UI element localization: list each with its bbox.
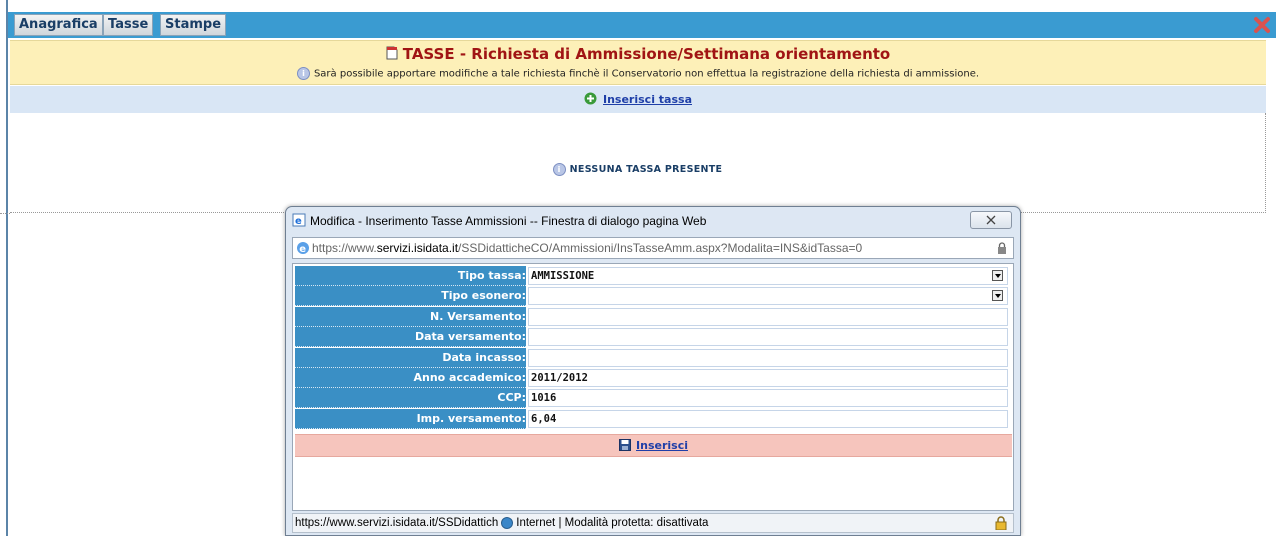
url-prefix: https://www.	[312, 241, 377, 255]
status-url: https://www.servizi.isidata.it/SSDidatti…	[295, 517, 499, 529]
form-row-n-versamento: N. Versamento:	[295, 306, 1010, 327]
form-row-data-incasso: Data incasso:	[295, 347, 1010, 368]
dialog-title: Modifica - Inserimento Tasse Ammissioni …	[310, 214, 707, 228]
ie-icon: e	[297, 242, 309, 255]
tipo-esonero-select[interactable]	[528, 287, 1008, 306]
label-tipo-tassa: Tipo tassa:	[295, 266, 526, 286]
info-icon: i	[552, 163, 566, 176]
status-bar: https://www.servizi.isidata.it/SSDidatti…	[292, 513, 1014, 533]
label-tipo-esonero: Tipo esonero:	[295, 286, 526, 307]
n-versamento-input[interactable]	[528, 307, 1008, 326]
dialog-close-button[interactable]	[970, 211, 1012, 229]
dialog-content: Tipo tassa: AMMISSIONE Tipo esonero: N. …	[292, 263, 1014, 511]
label-imp-versamento: Imp. versamento:	[295, 408, 526, 429]
info-icon: i	[296, 67, 310, 80]
globe-icon	[501, 516, 514, 529]
ccp-input[interactable]: 1016	[528, 389, 1008, 408]
left-border	[0, 0, 8, 536]
status-zone: Internet | Modalità protetta: disattivat…	[516, 517, 709, 529]
tax-list: i NESSUNA TASSA PRESENTE	[10, 113, 1266, 213]
form-row-tipo-esonero: Tipo esonero:	[295, 286, 1010, 307]
form-row-ccp: CCP: 1016	[295, 388, 1010, 409]
url-path: /SSDidatticheCO/Ammissioni/InsTasseAmm.a…	[458, 241, 863, 255]
save-icon	[619, 439, 632, 451]
page-title: TASSE - Richiesta di Ammissione/Settiman…	[402, 45, 891, 63]
form-row-anno-accademico: Anno accademico: 2011/2012	[295, 367, 1010, 388]
form-row-imp-versamento: Imp. versamento: 6,04	[295, 408, 1010, 429]
page-header: TASSE - Richiesta di Ammissione/Settiman…	[10, 40, 1266, 85]
svg-text:e: e	[295, 216, 302, 227]
anno-accademico-input[interactable]: 2011/2012	[528, 368, 1008, 387]
dropdown-arrow-icon[interactable]	[992, 270, 1003, 281]
label-data-incasso: Data incasso:	[295, 347, 526, 368]
data-versamento-input[interactable]	[528, 328, 1008, 347]
form-row-data-versamento: Data versamento:	[295, 327, 1010, 348]
data-incasso-input[interactable]	[528, 348, 1008, 367]
tab-bar: Anagrafica Tasse Stampe	[8, 12, 1276, 38]
ie-page-icon: e	[292, 213, 306, 227]
address-bar[interactable]: e https://www.servizi.isidata.it/SSDidat…	[292, 237, 1014, 259]
document-icon	[386, 46, 398, 60]
form-row-tipo-tassa: Tipo tassa: AMMISSIONE	[295, 266, 1010, 286]
empty-message: NESSUNA TASSA PRESENTE	[569, 164, 723, 175]
close-icon[interactable]	[1252, 15, 1272, 35]
dialog-window: e Modifica - Inserimento Tasse Ammission…	[285, 206, 1021, 536]
tipo-tassa-value: AMMISSIONE	[531, 270, 595, 282]
save-button[interactable]: Inserisci	[636, 439, 688, 452]
label-ccp: CCP:	[295, 388, 526, 409]
page-subtitle: Sarà possibile apportare modifiche a tal…	[313, 68, 980, 80]
save-bar: Inserisci	[295, 434, 1012, 457]
tab-stampe[interactable]: Stampe	[160, 14, 227, 36]
close-icon	[986, 215, 996, 225]
insert-tax-link[interactable]: Inserisci tassa	[603, 93, 692, 106]
imp-versamento-input[interactable]: 6,04	[528, 409, 1008, 428]
label-n-versamento: N. Versamento:	[295, 306, 526, 327]
label-anno-accademico: Anno accademico:	[295, 367, 526, 388]
lock-icon	[998, 242, 1006, 254]
padlock-icon	[995, 516, 1007, 530]
dropdown-arrow-icon[interactable]	[992, 290, 1003, 302]
tipo-tassa-select[interactable]: AMMISSIONE	[528, 267, 1008, 285]
tax-form: Tipo tassa: AMMISSIONE Tipo esonero: N. …	[295, 266, 1010, 429]
insert-bar: Inserisci tassa	[10, 86, 1266, 113]
url-domain: servizi.isidata.it	[376, 241, 459, 255]
label-data-versamento: Data versamento:	[295, 327, 526, 348]
add-icon	[584, 92, 597, 105]
divider	[0, 213, 10, 214]
tab-anagrafica[interactable]: Anagrafica	[14, 14, 103, 36]
tab-tasse[interactable]: Tasse	[103, 14, 154, 36]
svg-text:e: e	[299, 244, 306, 255]
